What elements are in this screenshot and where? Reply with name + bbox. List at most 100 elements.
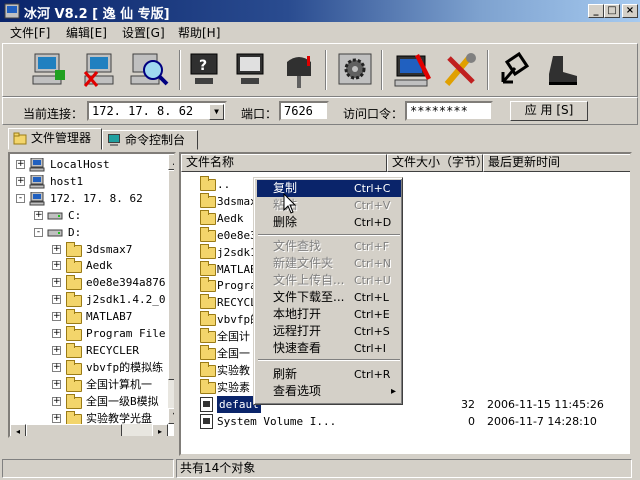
context-menu-item[interactable]: 文件下载至... Ctrl+L <box>257 289 401 306</box>
port-input[interactable]: 7626 <box>279 101 329 121</box>
add-host-button[interactable] <box>27 48 71 92</box>
close-button[interactable]: × <box>622 4 638 18</box>
write-notepad-button[interactable] <box>391 48 435 92</box>
expand-icon[interactable]: + <box>52 261 61 271</box>
minimize-button[interactable]: _ <box>588 4 604 18</box>
maximize-button[interactable]: □ <box>604 4 620 18</box>
search-host-button[interactable] <box>127 48 171 92</box>
tree-node[interactable]: - D: <box>10 224 168 241</box>
screen-control-button[interactable] <box>229 48 273 92</box>
tree-node[interactable]: + 全国计算机一 <box>10 376 168 393</box>
tree-node[interactable]: + MATLAB7 <box>10 308 168 325</box>
table-row[interactable]: .. <box>181 176 630 193</box>
back-button[interactable] <box>493 48 537 92</box>
folder-icon <box>200 378 216 394</box>
tab-command-console[interactable]: 命令控制台 <box>102 130 198 150</box>
expand-icon[interactable]: + <box>52 396 61 406</box>
scroll-right-icon[interactable]: ▸ <box>152 424 168 436</box>
table-row[interactable]: 3dsmax <box>181 192 630 210</box>
table-row[interactable]: RECYCL <box>181 294 630 311</box>
tree-node[interactable]: + e0e8e394a876 <box>10 274 168 291</box>
tree-node[interactable]: + RECYCLER <box>10 342 168 359</box>
help-computer-button[interactable]: ? <box>183 48 227 92</box>
expand-icon[interactable]: + <box>52 312 61 322</box>
context-menu-item[interactable]: 远程打开 Ctrl+S <box>257 323 401 340</box>
context-menu-item[interactable]: 快速查看 Ctrl+I <box>257 340 401 357</box>
table-row[interactable]: e0e8e3 <box>181 226 630 244</box>
menu-settings[interactable]: 设置[G] <box>122 24 165 41</box>
table-row[interactable]: 全国计 <box>181 328 630 345</box>
table-row[interactable]: 实验素 <box>181 378 630 396</box>
delete-host-button[interactable] <box>79 48 123 92</box>
file-icon <box>200 396 213 412</box>
current-connection-combo[interactable]: 172. 17. 8. 62 ▼ <box>87 101 227 121</box>
table-row[interactable]: vbvfp的 <box>181 311 630 328</box>
tree-node[interactable]: +3dsmax7 <box>10 241 168 258</box>
table-row[interactable]: Aedk <box>181 209 630 227</box>
context-menu-item[interactable]: 文件查找 Ctrl+F <box>257 238 401 255</box>
tree-node[interactable]: + C: <box>10 207 168 224</box>
gear-settings-button[interactable] <box>333 48 377 92</box>
expand-icon[interactable]: + <box>52 295 61 305</box>
exit-button[interactable] <box>541 48 585 92</box>
column-header-name[interactable]: 文件名称 <box>181 154 387 172</box>
tree-horizontal-scrollbar[interactable]: ◂ ▸ <box>10 424 168 436</box>
menu-edit[interactable]: 编辑[E] <box>66 24 107 41</box>
context-menu-item[interactable]: 文件上传自... Ctrl+U <box>257 272 401 289</box>
table-row[interactable]: j2sdk1 <box>181 243 630 261</box>
file-list[interactable]: 文件名称 文件大小（字节） 最后更新时间 .. 3dsmax Aedk e0e8e3 j… <box>179 152 632 456</box>
apply-button[interactable]: 应 用 [S] <box>510 101 588 121</box>
tree-node[interactable]: + Aedk <box>10 257 168 274</box>
expand-icon[interactable]: + <box>52 345 61 355</box>
table-row[interactable]: System Volume I... 0 2006-11-7 14:28:10 <box>181 413 630 430</box>
context-menu-item[interactable]: 新建文件夹 Ctrl+N <box>257 255 401 272</box>
tab-file-manager[interactable]: 文件管理器 <box>8 128 102 150</box>
expand-icon[interactable]: + <box>52 413 61 423</box>
scroll-thumb[interactable] <box>168 170 174 380</box>
scroll-down-icon[interactable]: ▼ <box>168 408 174 424</box>
tree-node[interactable]: + Program File <box>10 325 168 342</box>
scroll-left-icon[interactable]: ◂ <box>10 424 26 436</box>
tree-vertical-scrollbar[interactable]: ▲ ▼ <box>168 154 174 424</box>
tools-button[interactable] <box>439 48 483 92</box>
tree-node[interactable]: + LocalHost <box>10 156 168 173</box>
context-menu-item[interactable]: 删除 Ctrl+D <box>257 214 401 231</box>
tree-node[interactable]: - 172. 17. 8. 62 <box>10 190 168 207</box>
collapse-icon[interactable]: - <box>34 227 43 237</box>
context-menu-item[interactable]: 粘贴Ctrl+V <box>257 197 401 214</box>
context-menu-item[interactable]: 查看选项 ▸ <box>257 383 401 400</box>
table-row[interactable]: MATLAB <box>181 260 630 278</box>
password-input[interactable]: ******** <box>405 101 493 121</box>
expand-icon[interactable]: + <box>52 379 61 389</box>
table-row[interactable]: 全国一 <box>181 345 630 362</box>
table-row[interactable]: defaul 32 2006-11-15 11:45:26 <box>181 395 630 413</box>
menu-item-label: 快速查看 <box>273 341 322 355</box>
chevron-down-icon[interactable]: ▼ <box>209 104 224 120</box>
expand-icon[interactable]: + <box>34 210 43 220</box>
directory-tree[interactable]: + LocalHost + host1 - 172. 17. 8. 62 + C: - D: +3d… <box>8 152 176 438</box>
context-menu-item[interactable]: 刷新 Ctrl+R <box>257 366 401 383</box>
tree-node[interactable]: + j2sdk1.4.2_0 <box>10 291 168 308</box>
expand-icon[interactable]: + <box>16 176 25 186</box>
tree-node[interactable]: + host1 <box>10 173 168 190</box>
tree-node[interactable]: + vbvfp的模拟练 <box>10 359 168 376</box>
tree-node[interactable]: + 全国一级B模拟 <box>10 393 168 410</box>
scroll-up-icon[interactable]: ▲ <box>168 154 174 170</box>
expand-icon[interactable]: + <box>52 244 61 254</box>
scroll-thumb[interactable] <box>26 424 122 436</box>
menu-file[interactable]: 文件[F] <box>10 24 50 41</box>
column-header-size[interactable]: 文件大小（字节） <box>387 154 488 172</box>
collapse-icon[interactable]: - <box>16 193 25 203</box>
menu-help[interactable]: 帮助[H] <box>178 24 220 41</box>
expand-icon[interactable]: + <box>52 278 61 288</box>
context-menu-item[interactable]: 复制 Ctrl+C <box>257 180 401 197</box>
table-row[interactable]: Progra <box>181 277 630 294</box>
title-bar[interactable]: 冰河 V8.2 [ 逸 仙 专版] _ □ × <box>0 0 640 22</box>
expand-icon[interactable]: + <box>16 160 25 169</box>
mailbox-button[interactable] <box>277 48 321 92</box>
context-menu-item[interactable]: 本地打开 Ctrl+E <box>257 306 401 323</box>
expand-icon[interactable]: + <box>52 329 61 338</box>
column-header-time[interactable]: 最后更新时间 <box>483 154 630 172</box>
table-row[interactable]: 实验教 <box>181 361 630 379</box>
expand-icon[interactable]: + <box>52 362 61 372</box>
